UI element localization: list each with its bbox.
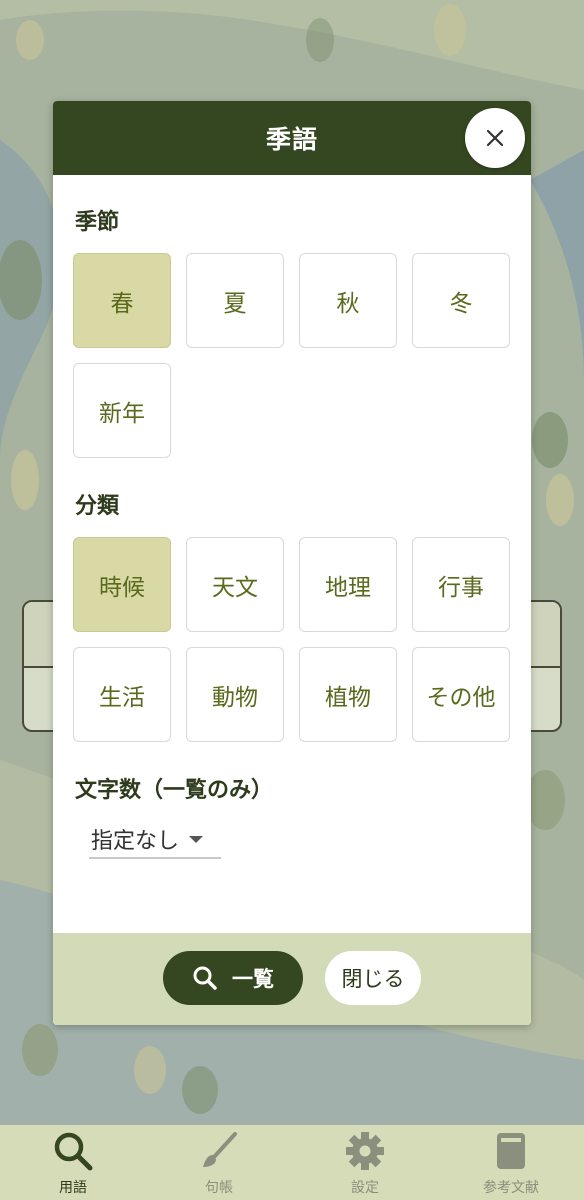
season-chip-new-year[interactable]: 新年	[73, 363, 171, 458]
nav-label-references: 参考文献	[483, 1180, 539, 1196]
category-chip-season[interactable]: 時候	[73, 537, 171, 632]
category-chip-other[interactable]: その他	[412, 647, 510, 742]
search-icon	[193, 966, 217, 990]
category-chip-plants[interactable]: 植物	[299, 647, 397, 742]
season-chip-autumn[interactable]: 秋	[299, 253, 397, 348]
season-chip-winter[interactable]: 冬	[412, 253, 510, 348]
category-chip-geography[interactable]: 地理	[299, 537, 397, 632]
char-count-select[interactable]: 指定なし	[89, 821, 221, 859]
category-section-title: 分類	[75, 494, 120, 519]
brush-icon	[197, 1129, 241, 1173]
close-button[interactable]	[465, 108, 525, 168]
search-icon	[51, 1129, 95, 1173]
category-chip-events[interactable]: 行事	[412, 537, 510, 632]
list-button-label: 一覧	[232, 967, 274, 991]
char-count-value: 指定なし	[91, 829, 180, 854]
category-chip-life[interactable]: 生活	[73, 647, 171, 742]
nav-label-notebook: 句帳	[205, 1180, 233, 1196]
dialog-header: 季語	[53, 101, 531, 175]
char-count-section-title: 文字数（一覧のみ）	[75, 778, 274, 803]
season-chip-spring[interactable]: 春	[73, 253, 171, 348]
nav-item-terms[interactable]: 用語	[0, 1125, 146, 1200]
season-chip-summer[interactable]: 夏	[186, 253, 284, 348]
dropdown-arrow-icon	[189, 835, 204, 843]
bottom-navigation: 用語 句帳 設定 参考文献	[0, 1125, 584, 1200]
nav-item-settings[interactable]: 設定	[292, 1125, 438, 1200]
dialog-title: 季語	[265, 125, 318, 154]
list-button[interactable]: 一覧	[163, 951, 303, 1005]
category-chip-sky[interactable]: 天文	[186, 537, 284, 632]
nav-label-terms: 用語	[59, 1180, 87, 1196]
close-icon	[486, 129, 504, 147]
gear-icon	[343, 1129, 387, 1173]
book-icon	[489, 1129, 533, 1173]
close-dialog-button[interactable]: 閉じる	[325, 951, 421, 1005]
nav-item-references[interactable]: 参考文献	[438, 1125, 584, 1200]
nav-label-settings: 設定	[351, 1180, 379, 1196]
dialog-footer: 一覧 閉じる	[53, 933, 531, 1025]
kigo-filter-dialog: 季語 季節 春 夏 秋 冬 新年 分類 時候 天文 地理 行事 生活 動物 植物…	[53, 101, 531, 1025]
season-section-title: 季節	[75, 210, 120, 235]
category-chip-animals[interactable]: 動物	[186, 647, 284, 742]
nav-item-notebook[interactable]: 句帳	[146, 1125, 292, 1200]
